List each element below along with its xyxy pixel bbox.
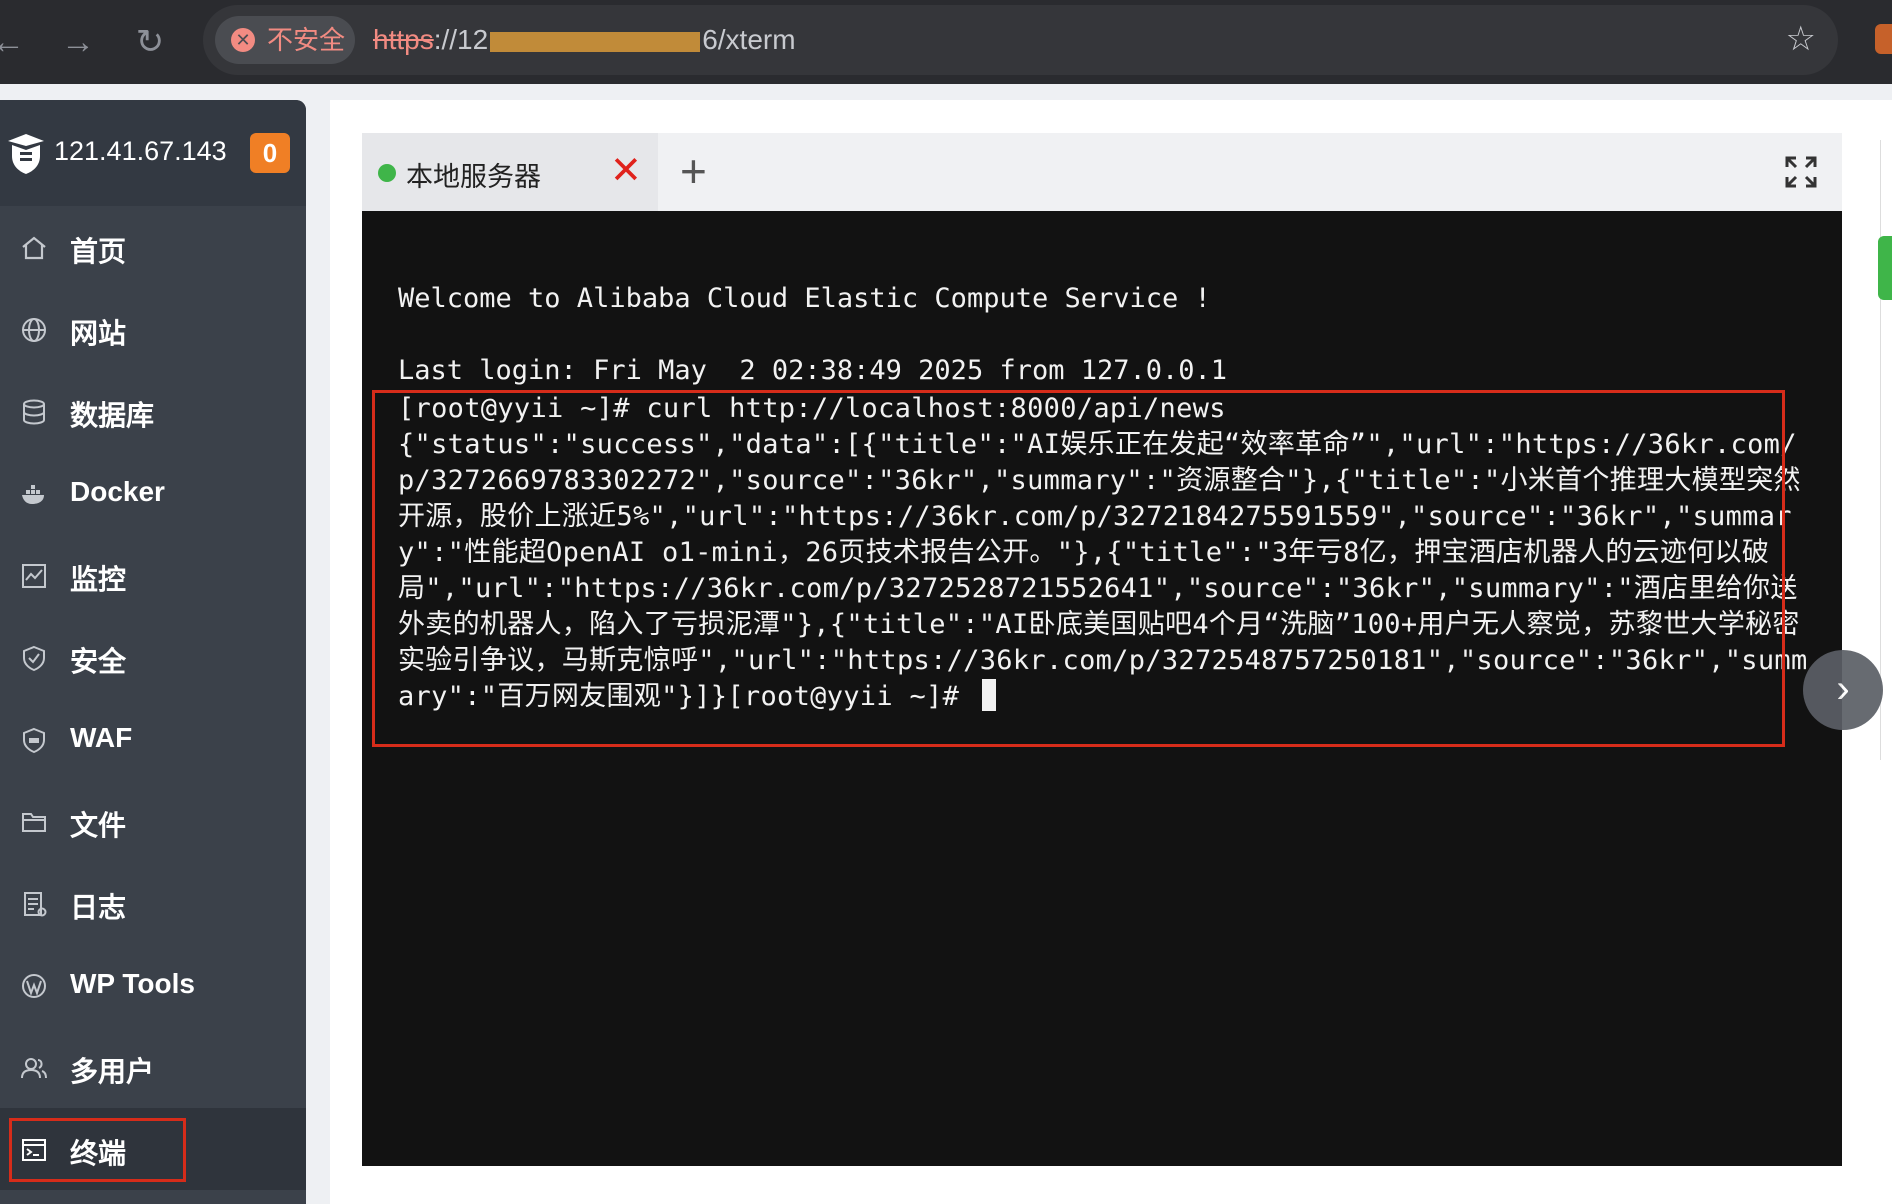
sidebar-item-label: WAF: [70, 722, 133, 753]
database-icon: [23, 399, 45, 425]
back-icon[interactable]: ←: [0, 22, 30, 62]
terminal-banner: Welcome to Alibaba Cloud Elastic Compute…: [398, 281, 1227, 389]
chevron-right-icon[interactable]: ›: [1803, 650, 1883, 730]
sidebar-item-label: Docker: [70, 476, 165, 507]
forward-icon[interactable]: →: [56, 22, 100, 62]
sidebar-item-files[interactable]: 文件: [0, 780, 306, 862]
side-action-tab[interactable]: [1878, 236, 1892, 300]
tab-local-server[interactable]: 本地服务器 ✕: [362, 133, 658, 211]
log-icon: [24, 892, 47, 917]
sidebar-header: 121.41.67.143 0: [0, 100, 306, 206]
home-icon: [22, 236, 46, 260]
shield-icon: [23, 645, 45, 672]
reload-icon[interactable]: ↻: [128, 22, 172, 62]
sidebar-item-label: 文件: [70, 810, 127, 841]
folder-icon: [22, 813, 46, 832]
tab-label: 本地服务器: [406, 162, 541, 192]
server-ip: 121.41.67.143: [54, 136, 227, 166]
close-tab-icon[interactable]: ✕: [610, 147, 642, 195]
url-prefix: ://12: [433, 24, 489, 55]
sidebar: 121.41.67.143 0 首页 网站 数据库 Docker 监控 安全 W…: [0, 100, 306, 1204]
sidebar-item-wp-tools[interactable]: WP Tools: [0, 944, 306, 1026]
security-label: 不安全: [267, 25, 346, 55]
panel-logo-icon: [8, 134, 44, 174]
address-bar[interactable]: ✕ 不安全 https://12 6/xterm ☆: [203, 5, 1838, 75]
bookmark-star-icon[interactable]: ☆: [1786, 19, 1816, 59]
welcome-line: Welcome to Alibaba Cloud Elastic Compute…: [398, 283, 1211, 314]
extension-icon[interactable]: [1875, 24, 1892, 54]
sidebar-item-label: 监控: [70, 564, 127, 595]
monitor-icon: [22, 564, 46, 588]
terminal-tabbar: 本地服务器 ✕ +: [362, 133, 1842, 211]
sidebar-item-label: 首页: [70, 236, 127, 267]
waf-icon: [23, 727, 45, 754]
sidebar-item-label: 网站: [70, 318, 127, 349]
sidebar-item-label: 数据库: [70, 400, 155, 431]
sidebar-item-security[interactable]: 安全: [0, 616, 306, 698]
security-indicator[interactable]: ✕ 不安全: [215, 16, 355, 64]
browser-toolbar: ← → ↻ ✕ 不安全 https://12 6/xterm ☆: [0, 0, 1892, 84]
sidebar-item-label: 日志: [70, 892, 127, 923]
url-scheme: https: [373, 24, 434, 55]
sidebar-item-label: 安全: [70, 646, 127, 677]
sidebar-menu: 首页 网站 数据库 Docker 监控 安全 WAF 文件 日志 WP Tool…: [0, 206, 306, 1190]
url-suffix: 6/xterm: [702, 24, 796, 55]
users-icon: [21, 1058, 47, 1079]
wordpress-icon: [22, 974, 46, 998]
last-login-line: Last login: Fri May 2 02:38:49 2025 from…: [398, 355, 1228, 386]
notification-badge[interactable]: 0: [250, 133, 290, 173]
sidebar-item-label: WP Tools: [70, 968, 195, 999]
warning-icon: ✕: [231, 28, 255, 52]
right-panel-edge: [1880, 140, 1892, 760]
sidebar-item-multi-user[interactable]: 多用户: [0, 1026, 306, 1108]
docker-icon: [22, 485, 44, 504]
sidebar-item-docker[interactable]: Docker: [0, 452, 306, 534]
add-tab-icon[interactable]: +: [680, 143, 707, 199]
sidebar-item-waf[interactable]: WAF: [0, 698, 306, 780]
connection-status-icon: [378, 164, 396, 182]
globe-icon: [22, 318, 46, 342]
sidebar-item-website[interactable]: 网站: [0, 288, 306, 370]
sidebar-item-monitor[interactable]: 监控: [0, 534, 306, 616]
sidebar-item-database[interactable]: 数据库: [0, 370, 306, 452]
sidebar-item-logs[interactable]: 日志: [0, 862, 306, 944]
output-highlight-box: [372, 390, 1785, 747]
redacted-host: [490, 31, 701, 52]
sidebar-item-home[interactable]: 首页: [0, 206, 306, 288]
fullscreen-icon[interactable]: [1784, 155, 1818, 189]
sidebar-item-label: 多用户: [70, 1056, 155, 1087]
terminal-highlight-box: [9, 1118, 186, 1182]
url-text[interactable]: https://12 6/xterm: [373, 5, 796, 75]
